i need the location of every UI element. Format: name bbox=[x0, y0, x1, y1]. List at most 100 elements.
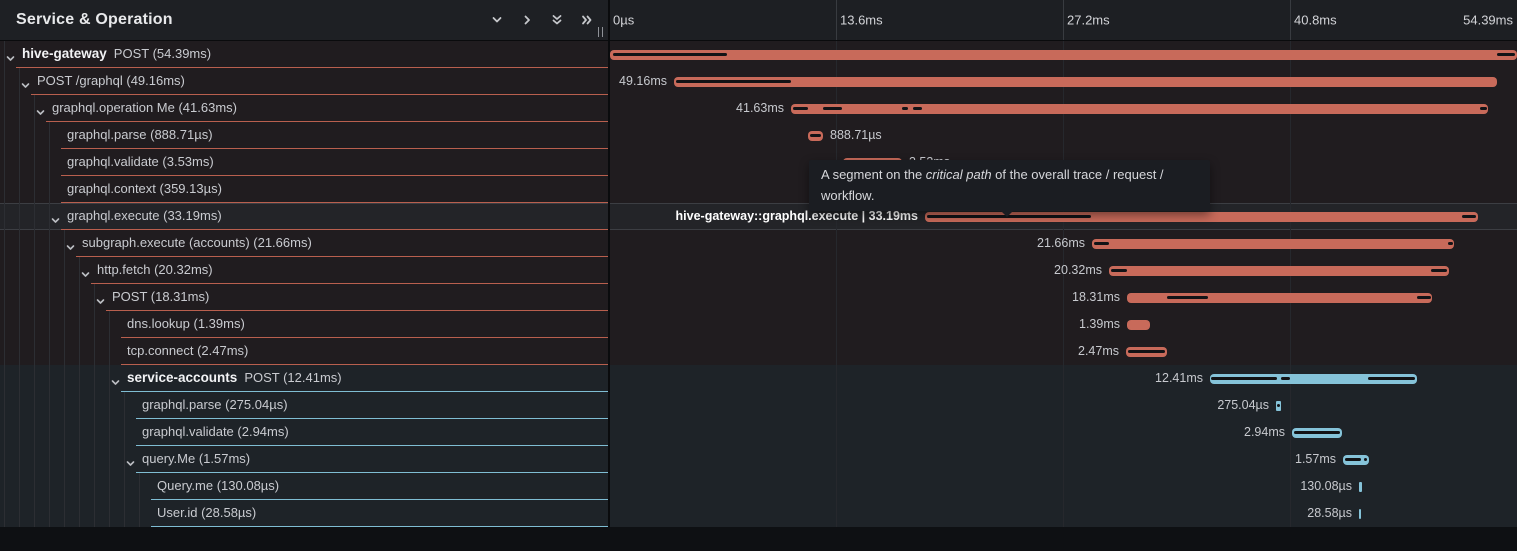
indent-guide bbox=[49, 284, 50, 311]
span-bar[interactable] bbox=[1359, 482, 1362, 492]
column-resize-handle[interactable] bbox=[598, 27, 604, 37]
indent-guide bbox=[19, 149, 20, 176]
span-bar[interactable] bbox=[791, 104, 1488, 114]
critical-path-segment[interactable] bbox=[793, 107, 808, 110]
expand-chevron-icon[interactable] bbox=[111, 374, 120, 392]
span-bar[interactable] bbox=[808, 131, 823, 141]
span-name-cell[interactable]: graphql.operation Me (41.63ms) bbox=[0, 95, 610, 122]
indent-guide bbox=[19, 473, 20, 500]
span-name-cell[interactable]: graphql.context (359.13µs) bbox=[0, 176, 610, 203]
expand-chevron-icon[interactable] bbox=[51, 212, 60, 230]
critical-path-segment[interactable] bbox=[1281, 377, 1290, 380]
span-row-underline bbox=[151, 526, 608, 527]
span-name-cell[interactable]: query.Me (1.57ms) bbox=[0, 446, 610, 473]
indent-guide bbox=[34, 176, 35, 203]
critical-path-segment[interactable] bbox=[1368, 377, 1415, 380]
span-name-cell[interactable]: graphql.execute (33.19ms) bbox=[0, 203, 610, 230]
chevron-right-icon[interactable] bbox=[512, 7, 542, 33]
critical-path-segment[interactable] bbox=[1277, 404, 1280, 407]
span-bar[interactable] bbox=[610, 50, 1517, 60]
timeline-body: hive-gatewayPOST (54.39ms)POST /graphql … bbox=[0, 41, 1517, 527]
span-name-cell[interactable]: graphql.validate (2.94ms) bbox=[0, 419, 610, 446]
span-name-cell[interactable]: graphql.validate (3.53ms) bbox=[0, 149, 610, 176]
critical-path-segment[interactable] bbox=[1211, 377, 1277, 380]
critical-path-segment[interactable] bbox=[1128, 350, 1165, 353]
indent-guide bbox=[34, 419, 35, 446]
double-chevron-down-icon[interactable] bbox=[542, 7, 572, 33]
critical-path-segment[interactable] bbox=[1345, 458, 1361, 461]
span-name-cell[interactable]: service-accountsPOST (12.41ms) bbox=[0, 365, 610, 392]
expand-chevron-icon[interactable] bbox=[96, 293, 105, 311]
span-duration-label: 12.41ms bbox=[1155, 365, 1203, 392]
critical-path-segment[interactable] bbox=[1431, 269, 1447, 272]
operation-name: subgraph.execute (accounts) (21.66ms) bbox=[82, 235, 312, 250]
indent-guide bbox=[109, 446, 110, 473]
span-name-cell[interactable]: POST /graphql (49.16ms) bbox=[0, 68, 610, 95]
span-name-cell[interactable]: graphql.parse (275.04µs) bbox=[0, 392, 610, 419]
expand-chevron-icon[interactable] bbox=[126, 455, 135, 473]
span-name-cell[interactable]: graphql.parse (888.71µs) bbox=[0, 122, 610, 149]
span-bar[interactable] bbox=[1292, 428, 1342, 438]
critical-path-segment[interactable] bbox=[913, 107, 922, 110]
indent-guide bbox=[49, 473, 50, 500]
span-name-cell[interactable]: http.fetch (20.32ms) bbox=[0, 257, 610, 284]
indent-guide bbox=[79, 257, 80, 284]
expand-chevron-icon[interactable] bbox=[81, 266, 90, 284]
span-name-cell[interactable]: tcp.connect (2.47ms) bbox=[0, 338, 610, 365]
span-name-cell[interactable]: dns.lookup (1.39ms) bbox=[0, 311, 610, 338]
span-duration-label: 130.08µs bbox=[1300, 473, 1352, 500]
critical-path-segment[interactable] bbox=[1462, 215, 1476, 218]
critical-path-tooltip: A segment on the critical path of the ov… bbox=[809, 160, 1210, 211]
span-bar[interactable] bbox=[1109, 266, 1449, 276]
indent-guide bbox=[19, 365, 20, 392]
time-axis: 0µs13.6ms27.2ms40.8ms54.39ms bbox=[610, 0, 1517, 40]
operation-name: POST (54.39ms) bbox=[114, 46, 211, 61]
span-bar[interactable] bbox=[1210, 374, 1417, 384]
indent-guide bbox=[49, 311, 50, 338]
indent-guide bbox=[19, 446, 20, 473]
indent-guide bbox=[19, 392, 20, 419]
span-bar[interactable] bbox=[1276, 401, 1281, 411]
critical-path-segment[interactable] bbox=[810, 134, 821, 137]
critical-path-segment[interactable] bbox=[1167, 296, 1208, 299]
critical-path-segment[interactable] bbox=[676, 80, 791, 83]
chevron-down-icon[interactable] bbox=[482, 7, 512, 33]
span-duration-label: 888.71µs bbox=[830, 122, 882, 149]
indent-guide bbox=[34, 149, 35, 176]
critical-path-segment[interactable] bbox=[1448, 242, 1453, 245]
span-bar[interactable] bbox=[1127, 293, 1432, 303]
span-name-cell[interactable]: POST (18.31ms) bbox=[0, 284, 610, 311]
critical-path-segment[interactable] bbox=[1417, 296, 1431, 299]
span-bar[interactable] bbox=[1343, 455, 1369, 465]
critical-path-segment[interactable] bbox=[902, 107, 908, 110]
expand-chevron-icon[interactable] bbox=[66, 239, 75, 257]
span-bar[interactable] bbox=[1126, 347, 1167, 357]
indent-guide bbox=[4, 311, 5, 338]
expand-chevron-icon[interactable] bbox=[6, 50, 15, 68]
critical-path-segment[interactable] bbox=[1094, 242, 1109, 245]
critical-path-segment[interactable] bbox=[1480, 107, 1487, 110]
critical-path-segment[interactable] bbox=[1364, 458, 1367, 461]
indent-guide bbox=[94, 500, 95, 527]
operation-name: dns.lookup (1.39ms) bbox=[127, 316, 245, 331]
critical-path-segment[interactable] bbox=[613, 53, 727, 56]
span-name-cell[interactable]: Query.me (130.08µs) bbox=[0, 473, 610, 500]
span-name-cell[interactable]: User.id (28.58µs) bbox=[0, 500, 610, 527]
span-bar[interactable] bbox=[1359, 509, 1361, 519]
span-bar[interactable] bbox=[1127, 320, 1150, 330]
indent-guide bbox=[64, 419, 65, 446]
span-name-cell[interactable]: subgraph.execute (accounts) (21.66ms) bbox=[0, 230, 610, 257]
critical-path-segment[interactable] bbox=[1497, 53, 1515, 56]
span-name-cell[interactable]: hive-gatewayPOST (54.39ms) bbox=[0, 41, 610, 68]
span-bar[interactable] bbox=[1092, 239, 1454, 249]
span-bar[interactable] bbox=[674, 77, 1497, 87]
indent-guide bbox=[79, 473, 80, 500]
expand-chevron-icon[interactable] bbox=[21, 77, 30, 95]
span-name-label: query.Me (1.57ms) bbox=[142, 446, 250, 472]
critical-path-segment[interactable] bbox=[1111, 269, 1127, 272]
critical-path-segment[interactable] bbox=[823, 107, 842, 110]
critical-path-segment[interactable] bbox=[1294, 431, 1340, 434]
operation-name: query.Me (1.57ms) bbox=[142, 451, 250, 466]
expand-chevron-icon[interactable] bbox=[36, 104, 45, 122]
span-duration-label: 49.16ms bbox=[619, 68, 667, 95]
